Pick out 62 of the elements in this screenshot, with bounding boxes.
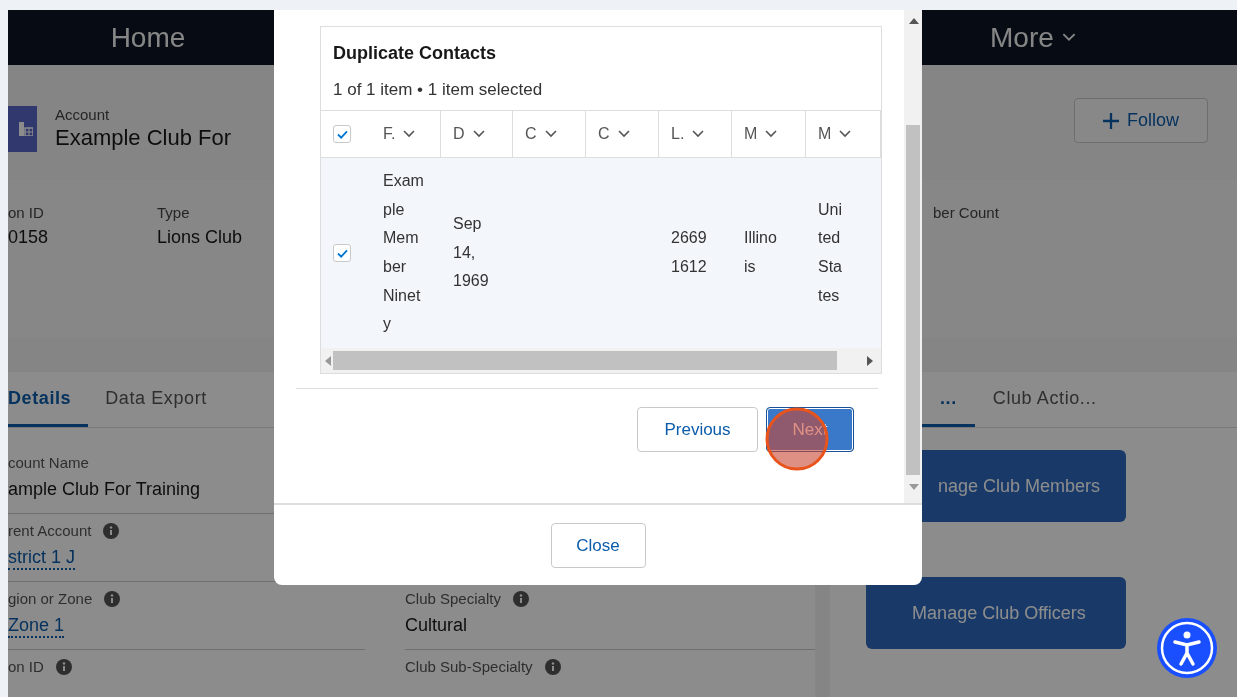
field-link[interactable]: strict 1 J (8, 547, 75, 570)
card-title: Duplicate Contacts (332, 42, 498, 64)
column-header[interactable]: M (806, 110, 881, 158)
previous-button[interactable]: Previous (637, 407, 758, 452)
field-link[interactable]: Zone 1 (8, 615, 65, 638)
arrow-right-icon[interactable] (867, 356, 873, 366)
arrow-left-icon[interactable] (325, 356, 331, 366)
highlight-label: ber Count (933, 204, 999, 221)
chevron-down-icon (692, 130, 705, 138)
field-label: gion or Zone (8, 590, 93, 607)
accessibility-icon[interactable] (1157, 618, 1217, 678)
chevron-down-icon (1061, 33, 1076, 42)
table-cell-text: Illinois (744, 228, 778, 277)
plus-icon (1103, 112, 1119, 129)
highlight-label: Type (157, 204, 190, 221)
chevron-down-icon (403, 130, 416, 138)
table-cell-text: United States (818, 199, 843, 306)
nav-menu[interactable]: More (990, 21, 1076, 54)
column-header[interactable]: F. (371, 110, 441, 158)
vertical-scrollbar[interactable] (904, 10, 922, 503)
tab[interactable]: Data Export (88, 372, 224, 427)
chevron-down-icon (765, 130, 778, 138)
field-label: on ID (8, 658, 44, 675)
field-label: Club Specialty (405, 590, 501, 607)
arrow-up-icon[interactable] (909, 18, 919, 24)
checkbox[interactable] (333, 125, 351, 143)
column-header[interactable]: C (513, 110, 586, 158)
action-button[interactable]: Manage Club Officers (866, 577, 1126, 649)
checkbox[interactable] (333, 244, 351, 262)
table-cell-text: Sep 14, 1969 (453, 213, 490, 292)
table-cell-text: 26691612 (671, 228, 708, 277)
highlight-label: on ID (8, 204, 44, 221)
field-label: Club Sub-Specialty (405, 658, 533, 675)
column-header[interactable]: M (732, 110, 806, 158)
field-value: Cultural (405, 615, 468, 636)
field-label: count Name (8, 454, 89, 471)
check-icon (336, 129, 348, 139)
building-icon (8, 106, 37, 152)
close-button[interactable]: Close (550, 523, 646, 568)
item-count: 1 of 1 item • 1 item selected (332, 79, 544, 101)
table-row[interactable]: Example Member Ninety Sep 14, 1969 26691612 Illinois United States (321, 158, 881, 348)
highlight-value: 0158 (8, 227, 49, 248)
chevron-down-icon (839, 130, 852, 138)
column-header[interactable]: C (586, 110, 659, 158)
horizontal-scrollbar[interactable] (321, 348, 881, 373)
field-value: ample Club For Training (8, 479, 201, 500)
click-marker (765, 407, 829, 471)
chevron-down-icon (544, 130, 557, 138)
chevron-down-icon (617, 130, 630, 138)
tab[interactable]: Club Actio... (974, 372, 1115, 427)
highlight-value: Lions Club (157, 227, 243, 248)
chevron-down-icon (472, 130, 485, 138)
check-icon (336, 248, 348, 258)
arrow-down-icon[interactable] (909, 484, 919, 490)
column-header[interactable]: L. (659, 110, 732, 158)
table-cell-text: Example Member Ninety (383, 170, 425, 335)
field-label: rent Account (8, 522, 92, 539)
follow-button[interactable]: Follow (1074, 98, 1208, 143)
column-header[interactable]: D (441, 110, 513, 158)
record-title: Example Club For (55, 125, 232, 151)
tab[interactable]: Details (8, 372, 89, 427)
object-type: Account (55, 106, 111, 123)
